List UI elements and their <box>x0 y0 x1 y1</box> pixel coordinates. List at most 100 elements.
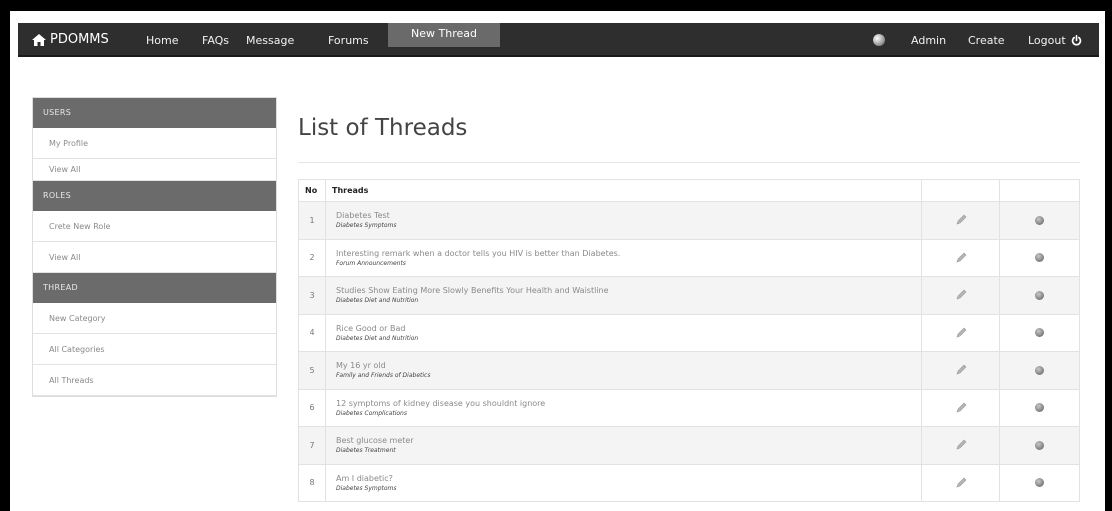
sidebar-item-create-role[interactable]: Crete New Role <box>33 211 276 242</box>
thread-cell: Best glucose meter Diabetes Treatment <box>324 426 923 465</box>
brand-name: PDOMMS <box>50 32 109 47</box>
thread-title-link[interactable]: Am I diabetic? <box>326 474 921 483</box>
thread-category: Diabetes Diet and Nutrition <box>335 297 419 305</box>
delete-cell <box>999 201 1080 240</box>
nav-logout[interactable]: Logout <box>1028 34 1082 47</box>
delete-circle-icon[interactable] <box>1035 478 1045 488</box>
thread-cell: Am I diabetic? Diabetes Symptoms <box>324 463 923 502</box>
edit-cell <box>921 201 1001 240</box>
header-threads: Threads <box>324 179 923 202</box>
header-no: No <box>298 179 326 202</box>
row-number: 7 <box>298 426 326 465</box>
delete-cell <box>999 238 1080 277</box>
row-number: 2 <box>298 238 326 277</box>
header-delete <box>999 179 1080 202</box>
page-title: List of Threads <box>298 115 468 141</box>
sidebar-item-view-all-roles[interactable]: View All <box>33 242 276 273</box>
brand-link[interactable]: PDOMMS <box>32 32 109 47</box>
pencil-icon[interactable] <box>955 439 967 451</box>
sidebar-item-all-categories[interactable]: All Categories <box>33 334 276 365</box>
thread-cell: Studies Show Eating More Slowly Benefits… <box>324 276 923 315</box>
thread-cell: 12 symptoms of kidney disease you should… <box>324 388 923 427</box>
pencil-icon[interactable] <box>955 252 967 264</box>
delete-circle-icon[interactable] <box>1035 365 1045 375</box>
row-number: 5 <box>298 351 326 390</box>
pencil-icon[interactable] <box>955 289 967 301</box>
edit-cell <box>921 463 1001 502</box>
nav-forums[interactable]: Forums <box>328 34 369 47</box>
sidebar-heading-roles: ROLES <box>33 181 276 211</box>
delete-cell <box>999 426 1080 465</box>
delete-circle-icon[interactable] <box>1035 440 1045 450</box>
title-divider <box>298 162 1080 163</box>
thread-title-link[interactable]: My 16 yr old <box>326 361 921 370</box>
threads-table: No Threads 1 Diabetes Test Diabetes Symp… <box>298 179 1080 502</box>
table-row: 1 Diabetes Test Diabetes Symptoms <box>298 201 1080 240</box>
power-icon <box>1071 35 1082 46</box>
edit-cell <box>921 276 1001 315</box>
nav-message[interactable]: Message <box>246 34 294 47</box>
pencil-icon[interactable] <box>955 477 967 489</box>
nav-new-thread[interactable]: New Thread <box>388 23 500 47</box>
delete-cell <box>999 388 1080 427</box>
pencil-icon[interactable] <box>955 364 967 376</box>
thread-cell: Interesting remark when a doctor tells y… <box>324 238 923 277</box>
delete-cell <box>999 463 1080 502</box>
thread-title-link[interactable]: Rice Good or Bad <box>326 324 921 333</box>
edit-cell <box>921 426 1001 465</box>
thread-title-link[interactable]: Studies Show Eating More Slowly Benefits… <box>326 286 921 295</box>
delete-cell <box>999 276 1080 315</box>
sidebar-item-new-category[interactable]: New Category <box>33 303 276 334</box>
delete-circle-icon[interactable] <box>1035 290 1045 300</box>
sidebar-item-my-profile[interactable]: My Profile <box>33 128 276 159</box>
nav-faqs[interactable]: FAQs <box>202 34 229 47</box>
row-number: 8 <box>298 463 326 502</box>
app-frame: PDOMMS Home FAQs Message Forums New Thre… <box>10 11 1105 511</box>
pencil-icon[interactable] <box>955 327 967 339</box>
header-edit <box>921 179 1001 202</box>
thread-title-link[interactable]: 12 symptoms of kidney disease you should… <box>326 399 921 408</box>
delete-circle-icon[interactable] <box>1035 403 1045 413</box>
edit-cell <box>921 388 1001 427</box>
edit-cell <box>921 238 1001 277</box>
thread-title-link[interactable]: Diabetes Test <box>326 211 921 220</box>
sidebar-heading-thread: THREAD <box>33 273 276 303</box>
table-row: 6 12 symptoms of kidney disease you shou… <box>298 388 1080 427</box>
table-header-row: No Threads <box>298 179 1080 202</box>
edit-cell <box>921 313 1001 352</box>
delete-circle-icon[interactable] <box>1035 328 1045 338</box>
nav-create[interactable]: Create <box>968 34 1005 47</box>
thread-category: Diabetes Symptoms <box>335 484 397 492</box>
delete-circle-icon[interactable] <box>1035 215 1045 225</box>
thread-cell: Diabetes Test Diabetes Symptoms <box>324 201 923 240</box>
edit-cell <box>921 351 1001 390</box>
row-number: 3 <box>298 276 326 315</box>
top-navbar: PDOMMS Home FAQs Message Forums New Thre… <box>18 23 1099 57</box>
globe-icon[interactable] <box>873 34 885 46</box>
table-row: 3 Studies Show Eating More Slowly Benefi… <box>298 276 1080 315</box>
table-row: 8 Am I diabetic? Diabetes Symptoms <box>298 463 1080 502</box>
pencil-icon[interactable] <box>955 402 967 414</box>
thread-cell: Rice Good or Bad Diabetes Diet and Nutri… <box>324 313 923 352</box>
sidebar-item-view-all-users[interactable]: View All <box>33 159 276 181</box>
thread-category: Diabetes Treatment <box>335 447 396 455</box>
sidebar-heading-users: USERS <box>33 98 276 128</box>
thread-title-link[interactable]: Interesting remark when a doctor tells y… <box>326 249 921 258</box>
table-row: 2 Interesting remark when a doctor tells… <box>298 238 1080 277</box>
row-number: 6 <box>298 388 326 427</box>
row-number: 4 <box>298 313 326 352</box>
thread-cell: My 16 yr old Family and Friends of Diabe… <box>324 351 923 390</box>
delete-cell <box>999 313 1080 352</box>
nav-home[interactable]: Home <box>146 34 178 47</box>
delete-circle-icon[interactable] <box>1035 253 1045 263</box>
pencil-icon[interactable] <box>955 214 967 226</box>
sidebar: USERS My Profile View All ROLES Crete Ne… <box>32 97 277 397</box>
thread-title-link[interactable]: Best glucose meter <box>326 436 921 445</box>
sidebar-item-all-threads[interactable]: All Threads <box>33 365 276 396</box>
thread-category: Family and Friends of Diabetics <box>335 372 431 380</box>
table-row: 7 Best glucose meter Diabetes Treatment <box>298 426 1080 465</box>
thread-category: Forum Announcements <box>335 259 406 267</box>
nav-admin[interactable]: Admin <box>911 34 946 47</box>
home-icon <box>32 33 46 46</box>
thread-category: Diabetes Diet and Nutrition <box>335 334 419 342</box>
